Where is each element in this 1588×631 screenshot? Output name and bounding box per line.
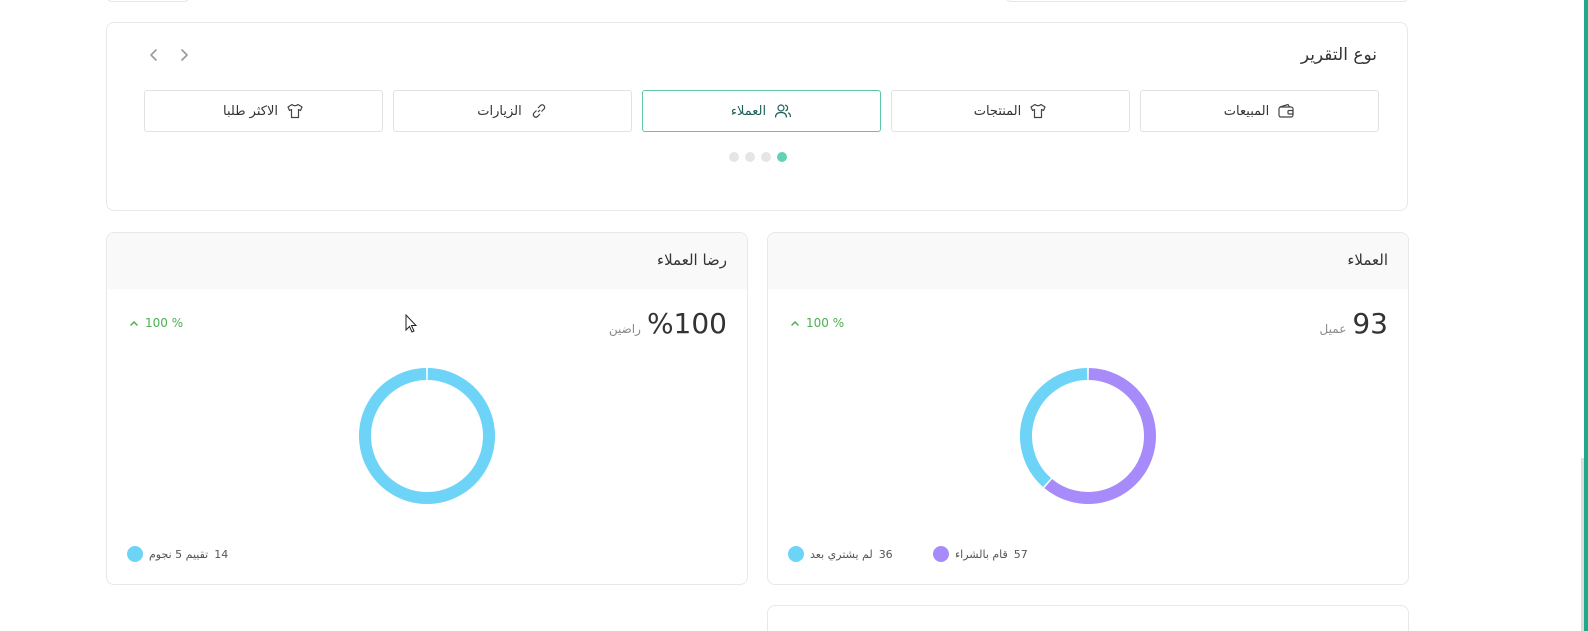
chevron-left-icon bbox=[150, 49, 157, 61]
tab-sales-label: المبيعات bbox=[1223, 103, 1270, 119]
mouse-cursor-icon bbox=[405, 314, 418, 333]
pagination-dot[interactable] bbox=[745, 152, 755, 162]
customers-card-title: العملاء bbox=[1347, 251, 1388, 269]
chevron-up-icon bbox=[791, 320, 799, 326]
satisfaction-donut-slice-0[interactable] bbox=[359, 368, 495, 504]
customers-donut-slice-0[interactable] bbox=[1044, 368, 1156, 504]
prev-button[interactable] bbox=[145, 43, 163, 67]
chevron-up-icon bbox=[130, 320, 138, 326]
legend-count: 36 bbox=[878, 547, 893, 561]
report-type-card: نوع التقرير المبيعات المنتجات العملاء ال… bbox=[106, 22, 1408, 211]
carousel-arrows bbox=[145, 43, 193, 67]
legend-item: 36 لم يشتري بعد bbox=[788, 546, 893, 562]
legend-item: 14 تقييم 5 نجوم bbox=[127, 546, 228, 562]
top-left-control[interactable] bbox=[106, 0, 190, 2]
satisfaction-value-number: %100 bbox=[646, 307, 727, 340]
customers-value: 93 عميل bbox=[1320, 307, 1388, 340]
users-icon bbox=[775, 104, 792, 118]
legend-item: 57 قام بالشراء bbox=[933, 546, 1028, 562]
side-accent-bar bbox=[1584, 0, 1588, 631]
carousel-pagination bbox=[729, 152, 787, 162]
legend-count: 14 bbox=[214, 547, 229, 561]
satisfaction-trend-value: 100 % bbox=[145, 316, 184, 330]
tab-visits-label: الزيارات bbox=[477, 103, 522, 119]
tab-products[interactable]: المنتجات bbox=[891, 90, 1130, 132]
customers-trend-value: 100 % bbox=[806, 316, 845, 330]
satisfaction-value: %100 راضين bbox=[609, 307, 727, 340]
link-icon bbox=[532, 104, 546, 118]
legend-dot bbox=[933, 546, 949, 562]
tab-sales[interactable]: المبيعات bbox=[1140, 90, 1379, 132]
legend-dot bbox=[127, 546, 143, 562]
satisfaction-card: رضا العملاء %100 راضين 100 % 14 تقييم 5 … bbox=[106, 232, 748, 585]
satisfaction-trend: 100 % bbox=[129, 316, 183, 330]
satisfaction-card-title: رضا العملاء bbox=[657, 251, 727, 269]
report-tabs: المبيعات المنتجات العملاء الزيارات الاكث… bbox=[144, 90, 1379, 132]
pagination-dot[interactable] bbox=[729, 152, 739, 162]
legend-label: قام بالشراء bbox=[955, 547, 1008, 561]
next-card bbox=[767, 605, 1409, 631]
chevron-right-icon bbox=[181, 49, 188, 61]
customers-trend: 100 % bbox=[790, 316, 844, 330]
tab-customers[interactable]: العملاء bbox=[642, 90, 881, 132]
tab-most-ordered-label: الاكثر طلبا bbox=[223, 103, 278, 119]
customers-card: العملاء 93 عميل 100 % 36 لم يشتري بعد 57… bbox=[767, 232, 1409, 585]
legend-count: 57 bbox=[1013, 547, 1028, 561]
tab-most-ordered[interactable]: الاكثر طلبا bbox=[144, 90, 383, 132]
tab-customers-label: العملاء bbox=[730, 103, 767, 119]
tab-visits[interactable]: الزيارات bbox=[393, 90, 632, 132]
pagination-dot[interactable] bbox=[761, 152, 771, 162]
top-right-control[interactable] bbox=[1005, 0, 1409, 2]
tab-products-label: المنتجات bbox=[973, 103, 1022, 119]
next-button[interactable] bbox=[175, 43, 193, 67]
report-type-title: نوع التقرير bbox=[1300, 45, 1377, 65]
legend-label: لم يشتري بعد bbox=[810, 547, 873, 561]
pagination-dot-active[interactable] bbox=[777, 152, 787, 162]
tshirt-icon bbox=[287, 103, 303, 119]
customers-donut-slice-1[interactable] bbox=[1020, 368, 1088, 488]
satisfaction-card-header: رضا العملاء bbox=[107, 233, 747, 289]
customers-value-unit: عميل bbox=[1319, 322, 1347, 336]
satisfaction-value-unit: راضين bbox=[608, 322, 641, 336]
satisfaction-donut-chart bbox=[359, 368, 495, 504]
legend-label: تقييم 5 نجوم bbox=[149, 547, 209, 561]
legend-dot bbox=[788, 546, 804, 562]
customers-value-number: 93 bbox=[1352, 307, 1388, 340]
customers-donut-chart bbox=[1020, 368, 1156, 504]
page: نوع التقرير المبيعات المنتجات العملاء ال… bbox=[0, 0, 1588, 631]
wallet-icon bbox=[1278, 103, 1294, 118]
customers-card-header: العملاء bbox=[768, 233, 1408, 289]
tshirt-icon bbox=[1030, 103, 1046, 119]
